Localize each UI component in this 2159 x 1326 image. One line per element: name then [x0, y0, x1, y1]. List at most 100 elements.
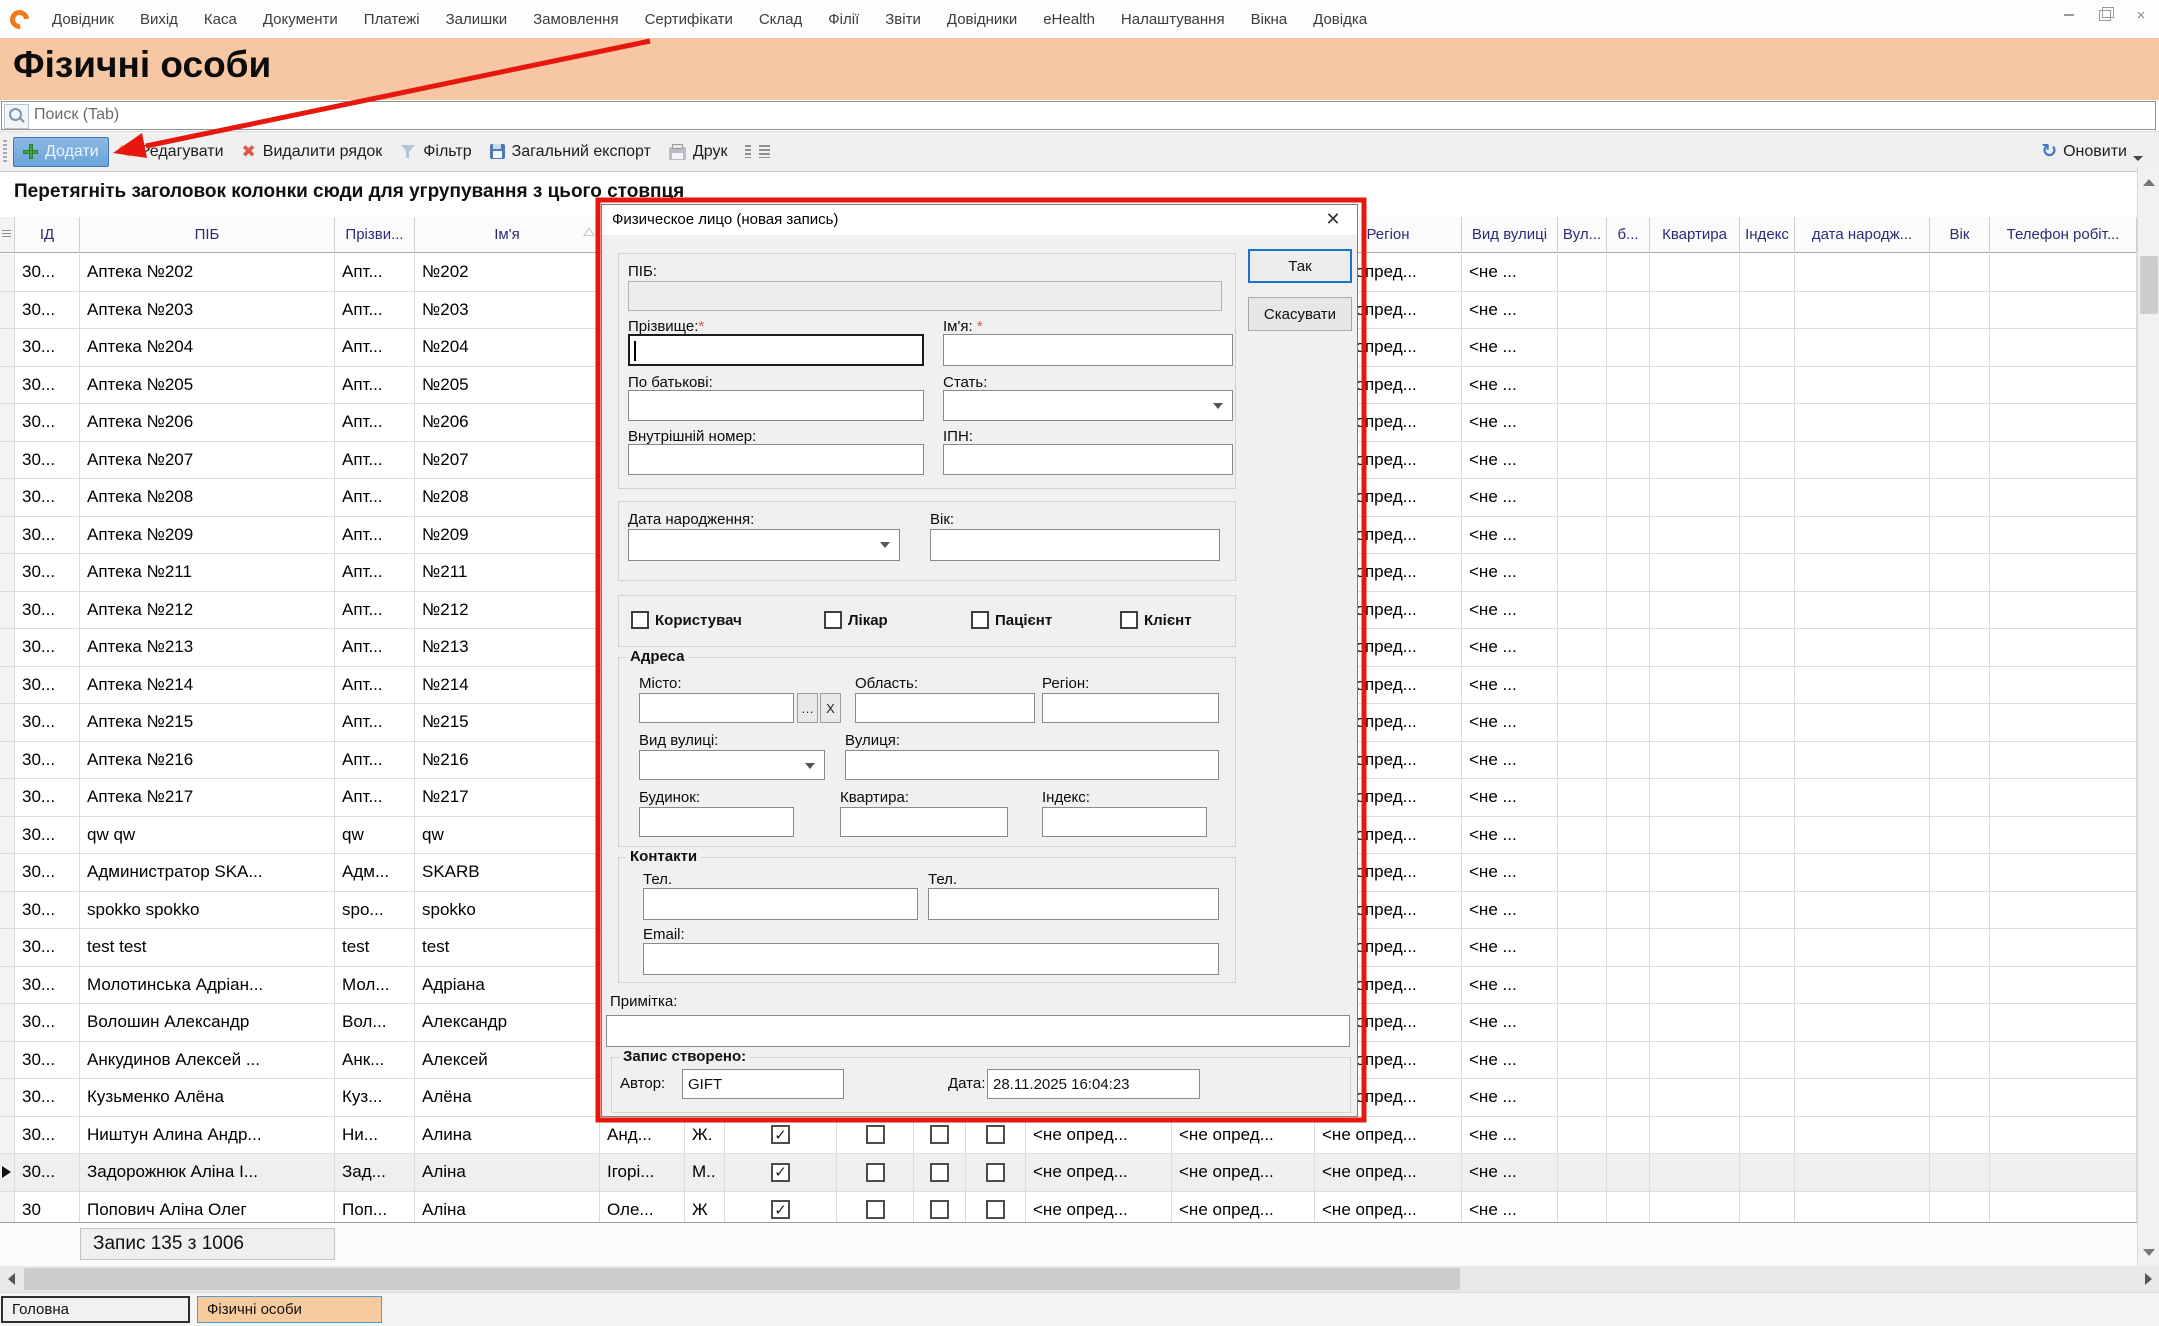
grid-cell-index[interactable]: [1740, 742, 1795, 780]
grid-cell-cb1[interactable]: [837, 1154, 914, 1192]
grid-cell-phone_work[interactable]: [1990, 854, 2137, 892]
grid-cell-building[interactable]: [1607, 742, 1650, 780]
grid-cell-surname[interactable]: qw: [335, 817, 415, 855]
grid-cell-street[interactable]: [1558, 629, 1607, 667]
refresh-button[interactable]: ↻ Оновити: [2041, 132, 2143, 171]
grid-cell-id[interactable]: 30...: [15, 967, 80, 1005]
grid-cell-pib[interactable]: Аптека №217: [80, 779, 335, 817]
grid-cell-gutter[interactable]: [0, 367, 15, 405]
columns-button[interactable]: [736, 140, 779, 163]
menu-item-6[interactable]: Замовлення: [520, 11, 631, 28]
grid-cell-apartment[interactable]: [1650, 1079, 1740, 1117]
grid-cell-birth_date[interactable]: [1795, 517, 1930, 555]
grid-cell-building[interactable]: [1607, 517, 1650, 555]
grid-cell-birth_date[interactable]: [1795, 367, 1930, 405]
grid-cell-name[interactable]: №208: [415, 479, 600, 517]
grid-cell-apartment[interactable]: [1650, 329, 1740, 367]
grid-cell-index[interactable]: [1740, 254, 1795, 292]
grid-cell-age[interactable]: [1930, 1042, 1990, 1080]
menu-item-4[interactable]: Платежі: [351, 11, 433, 28]
grid-cell-pib[interactable]: Волошин Александр: [80, 1004, 335, 1042]
grid-cell-building[interactable]: [1607, 404, 1650, 442]
grid-cell-id[interactable]: 30...: [15, 517, 80, 555]
filter-button[interactable]: Фільтр: [391, 138, 480, 166]
grid-cell-pib[interactable]: Аптека №216: [80, 742, 335, 780]
index-input[interactable]: [1042, 807, 1207, 837]
grid-cell-birth_date[interactable]: [1795, 1079, 1930, 1117]
grid-cell-age[interactable]: [1930, 629, 1990, 667]
grid-cell-gutter[interactable]: [0, 892, 15, 930]
grid-cell-street[interactable]: [1558, 254, 1607, 292]
grid-cell-building[interactable]: [1607, 254, 1650, 292]
grid-cell-street[interactable]: [1558, 442, 1607, 480]
grid-cell-name[interactable]: №203: [415, 292, 600, 330]
checkbox-Клієнт[interactable]: [1120, 611, 1138, 629]
grid-cell-pib[interactable]: Аптека №209: [80, 517, 335, 555]
menu-item-1[interactable]: Вихід: [127, 11, 191, 28]
grid-cell-phone_work[interactable]: [1990, 929, 2137, 967]
grid-cell-patronymic[interactable]: Оле...: [600, 1192, 685, 1223]
grid-cell-pib[interactable]: Аптека №204: [80, 329, 335, 367]
tab-home[interactable]: Головна: [1, 1296, 190, 1323]
grid-cell-id[interactable]: 30...: [15, 1004, 80, 1042]
checkbox-Користувач[interactable]: [631, 611, 649, 629]
city-clear-button[interactable]: X: [820, 693, 841, 723]
grid-cell-surname[interactable]: Поп...: [335, 1192, 415, 1223]
grid-cell-gutter[interactable]: [0, 1004, 15, 1042]
grid-cell-gutter[interactable]: [0, 442, 15, 480]
grid-cell-street[interactable]: [1558, 667, 1607, 705]
grid-cell-name[interactable]: Аліна: [415, 1192, 600, 1223]
add-button[interactable]: Додати: [13, 137, 109, 167]
grid-cell-name[interactable]: Александр: [415, 1004, 600, 1042]
grid-cell-gutter[interactable]: [0, 779, 15, 817]
grid-cell-cb3[interactable]: [966, 1154, 1026, 1192]
search-input[interactable]: Поиск (Tab): [1, 101, 2156, 130]
menu-item-8[interactable]: Склад: [746, 11, 815, 28]
dialog-close-button[interactable]: ✕: [1311, 205, 1355, 234]
grid-cell-pib[interactable]: qw qw: [80, 817, 335, 855]
column-header-apartment[interactable]: Квартира: [1650, 217, 1740, 253]
grid-cell-age[interactable]: [1930, 742, 1990, 780]
grid-cell-id[interactable]: 30...: [15, 1117, 80, 1155]
grid-cell-birth_date[interactable]: [1795, 929, 1930, 967]
grid-cell-building[interactable]: [1607, 854, 1650, 892]
grid-cell-apartment[interactable]: [1650, 592, 1740, 630]
grid-cell-oblast[interactable]: <не опред...: [1172, 1192, 1315, 1223]
grid-cell-index[interactable]: [1740, 404, 1795, 442]
grid-cell-id[interactable]: 30...: [15, 367, 80, 405]
grid-cell-phone_work[interactable]: [1990, 704, 2137, 742]
grid-cell-phone_work[interactable]: [1990, 1042, 2137, 1080]
grid-cell-street_type[interactable]: <не ...: [1462, 1042, 1558, 1080]
grid-cell-surname[interactable]: Апт...: [335, 292, 415, 330]
grid-cell-surname[interactable]: spo...: [335, 892, 415, 930]
grid-cell-building[interactable]: [1607, 704, 1650, 742]
pib-input[interactable]: [628, 281, 1222, 311]
grid-cell-name[interactable]: №202: [415, 254, 600, 292]
grid-cell-pib[interactable]: Аптека №202: [80, 254, 335, 292]
grid-cell-name[interactable]: №211: [415, 554, 600, 592]
grid-cell-phone_work[interactable]: [1990, 517, 2137, 555]
vertical-scroll-thumb[interactable]: [2140, 256, 2158, 314]
grid-cell-pib[interactable]: Аптека №208: [80, 479, 335, 517]
column-header-gutter[interactable]: [0, 217, 15, 253]
grid-cell-surname[interactable]: Апт...: [335, 742, 415, 780]
grid-cell-cb0[interactable]: ✓: [725, 1154, 837, 1192]
grid-cell-pib[interactable]: Аптека №207: [80, 442, 335, 480]
grid-cell-age[interactable]: [1930, 929, 1990, 967]
grid-cell-index[interactable]: [1740, 292, 1795, 330]
grid-cell-pib[interactable]: Аптека №203: [80, 292, 335, 330]
grid-cell-surname[interactable]: Адм...: [335, 854, 415, 892]
column-header-phone_work[interactable]: Телефон робіт...: [1990, 217, 2137, 253]
grid-cell-birth_date[interactable]: [1795, 967, 1930, 1005]
grid-cell-apartment[interactable]: [1650, 517, 1740, 555]
building-input[interactable]: [639, 807, 794, 837]
grid-cell-gutter[interactable]: [0, 1192, 15, 1223]
grid-cell-birth_date[interactable]: [1795, 817, 1930, 855]
close-button[interactable]: ×: [2127, 3, 2155, 27]
grid-cell-pib[interactable]: Ништун Алина Андр...: [80, 1117, 335, 1155]
grid-cell-building[interactable]: [1607, 554, 1650, 592]
grid-cell-phone_work[interactable]: [1990, 592, 2137, 630]
menu-item-13[interactable]: Налаштування: [1108, 11, 1238, 28]
grid-cell-id[interactable]: 30...: [15, 1042, 80, 1080]
grid-cell-oblast[interactable]: <не опред...: [1172, 1117, 1315, 1155]
